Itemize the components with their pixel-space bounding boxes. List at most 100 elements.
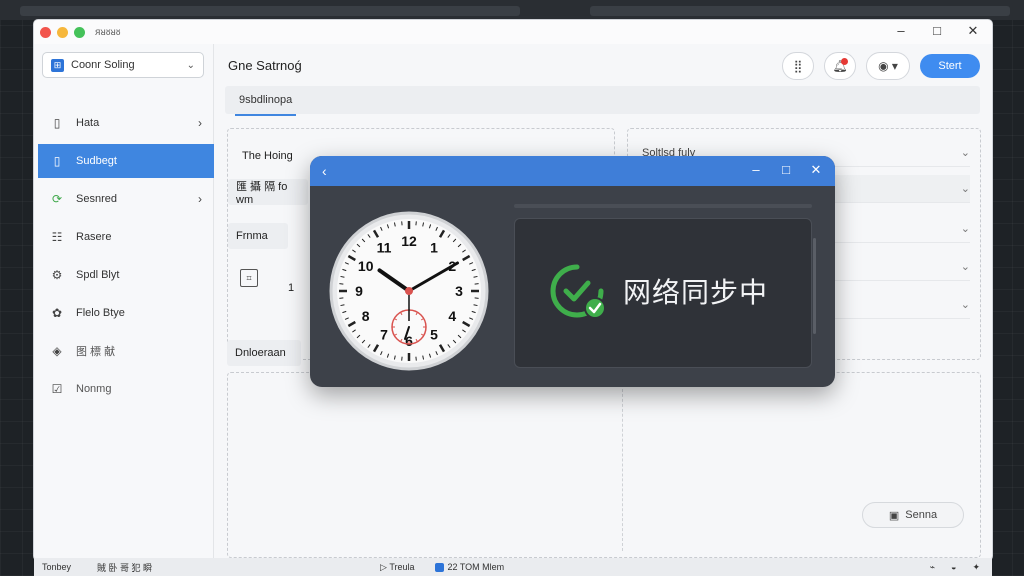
apps-grid-button[interactable]: ⣿ — [782, 52, 814, 80]
widget-title-bar: ‹ – □ ✕ — [310, 156, 835, 186]
widget-maximize-button[interactable]: □ — [779, 162, 793, 178]
widget-close-button[interactable]: ✕ — [809, 162, 823, 178]
title-bar: ᴙᴚᴕᴚᴕ – □ ✕ — [34, 20, 992, 44]
header-toolbar: ⣿ 🔔︎ ◉ ▾ Stert — [782, 52, 980, 80]
qr-code-icon[interactable]: ⌗ — [240, 269, 258, 287]
page-title: Gne Satrnoǵ — [228, 58, 302, 73]
save-icon: ▣ — [888, 509, 900, 522]
card-top-divider — [514, 204, 812, 208]
gear-icon: ✿ — [51, 306, 63, 320]
account-icon: ◉ ▾ — [878, 59, 898, 73]
tab-bar: 9sbdlinopa — [225, 86, 980, 116]
sparkle-icon[interactable]: ✦ — [972, 562, 980, 573]
status-mid-1-label: Treula — [389, 561, 415, 572]
sidebar-item-7[interactable]: ☑ Nonmg — [34, 372, 214, 406]
status-mid-2-label: 22 TOM Mlem — [447, 562, 505, 572]
check-circle-icon — [550, 264, 606, 319]
document-icon: ▯ — [53, 154, 61, 168]
clock-numeral: 12 — [401, 233, 417, 249]
sidebar-item-label: Rasere — [76, 231, 112, 243]
clock-numeral: 7 — [380, 326, 388, 342]
sidebar-item-0[interactable]: ▯ Hata › — [34, 106, 214, 140]
settings-icon: ⚙ — [51, 268, 63, 282]
sidebar-item-label: Flelo Btye — [76, 307, 125, 319]
clock-numeral: 1 — [430, 240, 438, 256]
minimize-dot-button[interactable] — [57, 26, 68, 38]
chevron-down-icon: ⌄ — [960, 183, 970, 195]
sidebar-item-label: Spdl Blyt — [76, 269, 120, 281]
save-button-label: Senna — [905, 509, 938, 521]
workspace-dropdown-label: Coonr Soling — [71, 59, 135, 71]
sync-icon: ⟳ — [51, 192, 63, 206]
chevron-down-icon: ⌄ — [960, 299, 970, 311]
sidebar-item-label: 图 標 献 — [76, 346, 116, 358]
save-button[interactable]: ▣ Senna — [862, 502, 964, 528]
sync-status-text: 网络同步中 — [623, 276, 769, 309]
clock-face-svg: 121234567891011 — [329, 211, 489, 371]
sidebar-nav: ▯ Hata › ▯ Sudbegt ⟳ Sesnred › ☷ Rasere ⚙ Spdl Blyt… — [34, 106, 214, 410]
back-chevron-icon[interactable]: ‹ — [322, 163, 327, 179]
sidebar-item-label: Sesnred — [76, 193, 117, 205]
pin-icon[interactable]: ⌁ — [930, 562, 935, 573]
status-left-2: 賊 卧 哥 犯 瞬 — [97, 562, 153, 573]
form-row-1[interactable]: The Hoing — [238, 143, 293, 169]
sidebar: ⊞ Coonr Soling ⌄ ▯ Hata › ▯ Sudbegt ⟳ Sesnred ›… — [34, 44, 214, 560]
traffic-lights — [40, 26, 85, 38]
tab-active[interactable]: 9sbdlinopa — [234, 86, 297, 116]
apps-grid-icon: ⣿ — [793, 59, 803, 73]
status-bar: Tonbey 賊 卧 哥 犯 瞬 ▷ Treula 22 TOM Mlem ⌁ … — [34, 558, 992, 576]
chevron-down-icon: ⌄ — [960, 147, 970, 159]
sidebar-item-6[interactable]: ◈ 图 標 献 — [34, 334, 214, 368]
chevron-right-icon: › — [198, 192, 202, 206]
maximize-button[interactable]: □ — [928, 23, 946, 39]
theme-icon[interactable]: ◒ — [951, 562, 956, 573]
status-mid-1[interactable]: ▷ Treula — [380, 562, 414, 573]
zoom-dot-button[interactable] — [74, 26, 85, 38]
start-button[interactable]: Stert — [920, 54, 980, 78]
chevron-right-icon: › — [198, 116, 202, 130]
app-title: ᴙᴚᴕᴚᴕ — [95, 26, 121, 38]
notification-badge — [841, 58, 848, 65]
grid-icon: ☷ — [51, 230, 63, 244]
clock-numeral: 3 — [455, 283, 463, 299]
sidebar-item-4[interactable]: ⚙ Spdl Blyt — [34, 258, 214, 292]
clock-numeral: 4 — [448, 308, 456, 324]
document-icon: ▯ — [53, 116, 61, 130]
form-row-3[interactable]: Frnma — [228, 223, 288, 249]
sidebar-item-label: Sudbegt — [76, 155, 117, 167]
chevron-down-icon: ⌄ — [960, 261, 970, 273]
sidebar-item-label: Hata — [76, 117, 100, 129]
notifications-button[interactable]: 🔔︎ — [824, 52, 856, 80]
sync-widget: ‹ – □ ✕ 121234567891011 网络同步中 — [310, 156, 835, 387]
clock-center-pin — [405, 287, 413, 295]
sidebar-item-1[interactable]: ▯ Sudbegt — [38, 144, 214, 178]
workspace-dropdown[interactable]: ⊞ Coonr Soling ⌄ — [42, 52, 204, 78]
panel-divider — [622, 379, 623, 551]
grid-app-icon: ⊞ — [51, 58, 64, 72]
status-mid-2[interactable]: 22 TOM Mlem — [434, 562, 505, 572]
status-left-1: Tonbey — [42, 562, 72, 572]
clock-numeral: 5 — [430, 326, 438, 342]
widget-minimize-button[interactable]: – — [749, 162, 763, 178]
sync-status-card: 网络同步中 — [514, 218, 812, 368]
form-row-2[interactable]: 匯 攝 隔 fo wm — [228, 179, 308, 206]
account-menu-button[interactable]: ◉ ▾ — [866, 52, 910, 80]
monitor-bezel-top — [0, 0, 1024, 20]
form-row-download[interactable]: Dnloeraan — [227, 340, 301, 366]
chevron-down-icon: ⌄ — [186, 59, 195, 71]
sidebar-item-label: Nonmg — [76, 383, 112, 395]
sidebar-item-5[interactable]: ✿ Flelo Btye — [34, 296, 214, 330]
close-button[interactable]: ✕ — [964, 23, 982, 39]
sidebar-item-3[interactable]: ☷ Rasere — [34, 220, 214, 254]
clock-numeral: 8 — [362, 308, 370, 324]
folder-icon: ▷ — [380, 561, 390, 572]
sidebar-item-2[interactable]: ⟳ Sesnred › — [34, 182, 214, 216]
chevron-down-icon: ⌄ — [960, 223, 970, 235]
shield-icon: ◈ — [52, 344, 62, 358]
card-scrollbar[interactable] — [813, 238, 816, 334]
checkbox-icon: ☑ — [51, 382, 63, 396]
bottom-panel — [227, 372, 981, 558]
close-dot-button[interactable] — [40, 26, 51, 38]
minimize-button[interactable]: – — [892, 23, 910, 39]
clock-numeral: 11 — [377, 240, 392, 256]
